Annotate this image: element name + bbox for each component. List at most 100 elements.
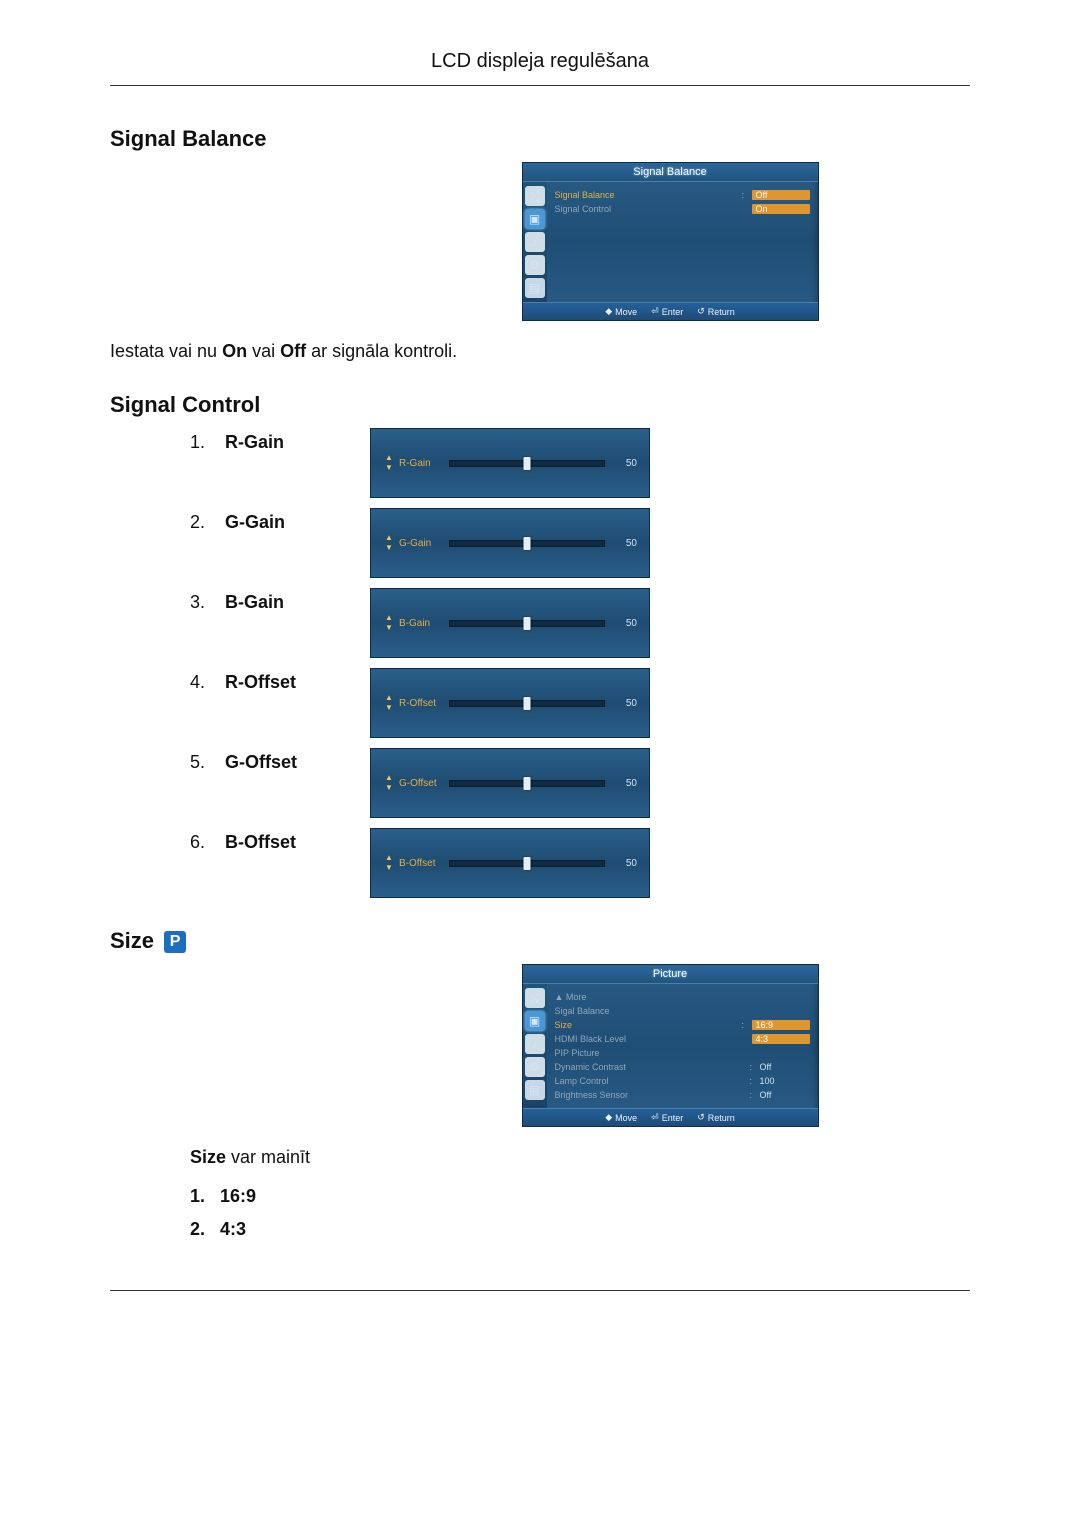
- slider-osd-b-gain: ▲ ▼ B-Gain 50: [370, 588, 650, 658]
- list-name: G-Offset: [225, 752, 297, 772]
- menu-dynamic-contrast-value: Off: [760, 1062, 810, 1072]
- arrow-down-icon: ▼: [385, 464, 393, 472]
- section-heading-size: Size P: [110, 928, 970, 954]
- arrow-up-icon: ▲: [385, 614, 393, 622]
- arrow-up-icon: ▲: [385, 454, 393, 462]
- slider-value: 50: [611, 778, 637, 789]
- size-options-list: 16:9 4:3: [190, 1186, 970, 1240]
- slider-track: [449, 620, 605, 627]
- move-icon: ◆: [605, 306, 612, 317]
- osd-title: Signal Balance: [523, 163, 818, 182]
- footer-move: Move: [615, 307, 637, 317]
- slider-thumb: [524, 777, 531, 790]
- list-item: 4:3: [210, 1219, 970, 1240]
- multi-icon: ▤: [525, 278, 545, 298]
- menu-lamp-control-value: 100: [760, 1076, 810, 1086]
- slider-label: B-Gain: [395, 618, 443, 629]
- menu-label: Signal Control: [555, 204, 742, 214]
- slider-osd-g-offset: ▲▼ G-Offset 50: [370, 748, 650, 818]
- slider-thumb: [524, 457, 531, 470]
- arrow-down-icon: ▼: [385, 544, 393, 552]
- list-number: 2.: [190, 512, 220, 533]
- p-badge-icon: P: [164, 931, 186, 953]
- slider-osd-r-offset: ▲▼ R-Offset 50: [370, 668, 650, 738]
- slider-osd-b-offset: ▲ ▼ B-Offset 50: [370, 828, 650, 898]
- list-number: 4.: [190, 672, 220, 693]
- enter-icon: ⏎: [651, 306, 659, 317]
- slider-label: G-Offset: [395, 778, 443, 789]
- list-name: G-Gain: [225, 512, 285, 532]
- picture-icon: ▣: [525, 209, 545, 229]
- size-description: Size var mainīt: [190, 1147, 970, 1168]
- section-heading-signal-balance: Signal Balance: [110, 126, 970, 152]
- osd-signal-balance: Signal Balance ⤭ ▣ ♪ ⚙ ▤ Signal Balance …: [522, 162, 819, 321]
- slider-value: 50: [611, 858, 637, 869]
- setup-icon: ⚙: [525, 1057, 545, 1077]
- slider-track: [449, 460, 605, 467]
- sound-icon: ♪: [525, 232, 545, 252]
- page-title: LCD displeja regulēšana: [110, 50, 970, 86]
- menu-pip: PIP Picture: [555, 1048, 810, 1058]
- arrow-down-icon: ▼: [385, 864, 393, 872]
- slider-osd-g-gain: ▲▼ G-Gain 50: [370, 508, 650, 578]
- slider-label: R-Offset: [395, 698, 443, 709]
- slider-osd-r-gain: ▲ ▼ R-Gain 50: [370, 428, 650, 498]
- move-icon: ◆: [605, 1112, 612, 1123]
- list-number: 5.: [190, 752, 220, 773]
- picture-icon: ▣: [525, 1011, 545, 1031]
- setup-icon: ⚙: [525, 255, 545, 275]
- enter-icon: ⏎: [651, 1112, 659, 1123]
- menu-lamp-control: Lamp Control: [555, 1076, 750, 1086]
- arrow-up-icon: ▲: [385, 774, 393, 782]
- osd-sidebar: ⤭ ▣ ♪ ⚙ ▤: [523, 984, 547, 1108]
- signal-control-row: 1. R-Gain ▲ ▼ R-Gain 50: [190, 428, 970, 498]
- footer-rule: [110, 1290, 970, 1291]
- osd-title: Picture: [523, 965, 818, 984]
- multi-icon: ▤: [525, 1080, 545, 1100]
- arrow-down-icon: ▼: [385, 624, 393, 632]
- slider-value: 50: [611, 458, 637, 469]
- return-icon: ↺: [697, 1112, 705, 1123]
- footer-enter: Enter: [662, 307, 684, 317]
- slider-thumb: [524, 617, 531, 630]
- list-number: 1.: [190, 432, 220, 453]
- list-number: 3.: [190, 592, 220, 613]
- list-name: B-Gain: [225, 592, 284, 612]
- list-name: B-Offset: [225, 832, 296, 852]
- footer-return: Return: [708, 1113, 735, 1123]
- menu-size-selected: 16:9: [752, 1020, 810, 1030]
- signal-control-row: 2. G-Gain ▲▼ G-Gain 50: [190, 508, 970, 578]
- menu-option-on: On: [752, 204, 810, 214]
- list-number: 6.: [190, 832, 220, 853]
- slider-thumb: [524, 537, 531, 550]
- menu-brightness-sensor: Brightness Sensor: [555, 1090, 750, 1100]
- return-icon: ↺: [697, 306, 705, 317]
- signal-balance-description: Iestata vai nu On vai Off ar signāla kon…: [110, 341, 970, 362]
- list-name: R-Gain: [225, 432, 284, 452]
- footer-return: Return: [708, 307, 735, 317]
- menu-option-off: Off: [752, 190, 810, 200]
- slider-label: G-Gain: [395, 538, 443, 549]
- slider-label: B-Offset: [395, 858, 443, 869]
- sound-icon: ♪: [525, 1034, 545, 1054]
- osd-picture-size: Picture ⤭ ▣ ♪ ⚙ ▤ ▲ More Sigal Balance S…: [522, 964, 819, 1127]
- menu-size-label: Size: [555, 1020, 742, 1030]
- menu-sigal-balance: Sigal Balance: [555, 1006, 810, 1016]
- list-item: 16:9: [210, 1186, 970, 1207]
- slider-track: [449, 780, 605, 787]
- arrow-up-icon: ▲: [385, 854, 393, 862]
- footer-enter: Enter: [662, 1113, 684, 1123]
- slider-track: [449, 700, 605, 707]
- signal-control-row: 6. B-Offset ▲ ▼ B-Offset 50: [190, 828, 970, 898]
- arrow-up-icon: ▲: [385, 694, 393, 702]
- slider-label: R-Gain: [395, 458, 443, 469]
- slider-thumb: [524, 697, 531, 710]
- osd-sidebar: ⤭ ▣ ♪ ⚙ ▤: [523, 182, 547, 302]
- arrow-down-icon: ▼: [385, 704, 393, 712]
- menu-size-alt: 4:3: [752, 1034, 810, 1044]
- slider-track: [449, 860, 605, 867]
- signal-control-row: 5. G-Offset ▲▼ G-Offset 50: [190, 748, 970, 818]
- slider-value: 50: [611, 618, 637, 629]
- osd-item-signal-balance: Signal Balance : Off: [555, 188, 810, 202]
- list-name: R-Offset: [225, 672, 296, 692]
